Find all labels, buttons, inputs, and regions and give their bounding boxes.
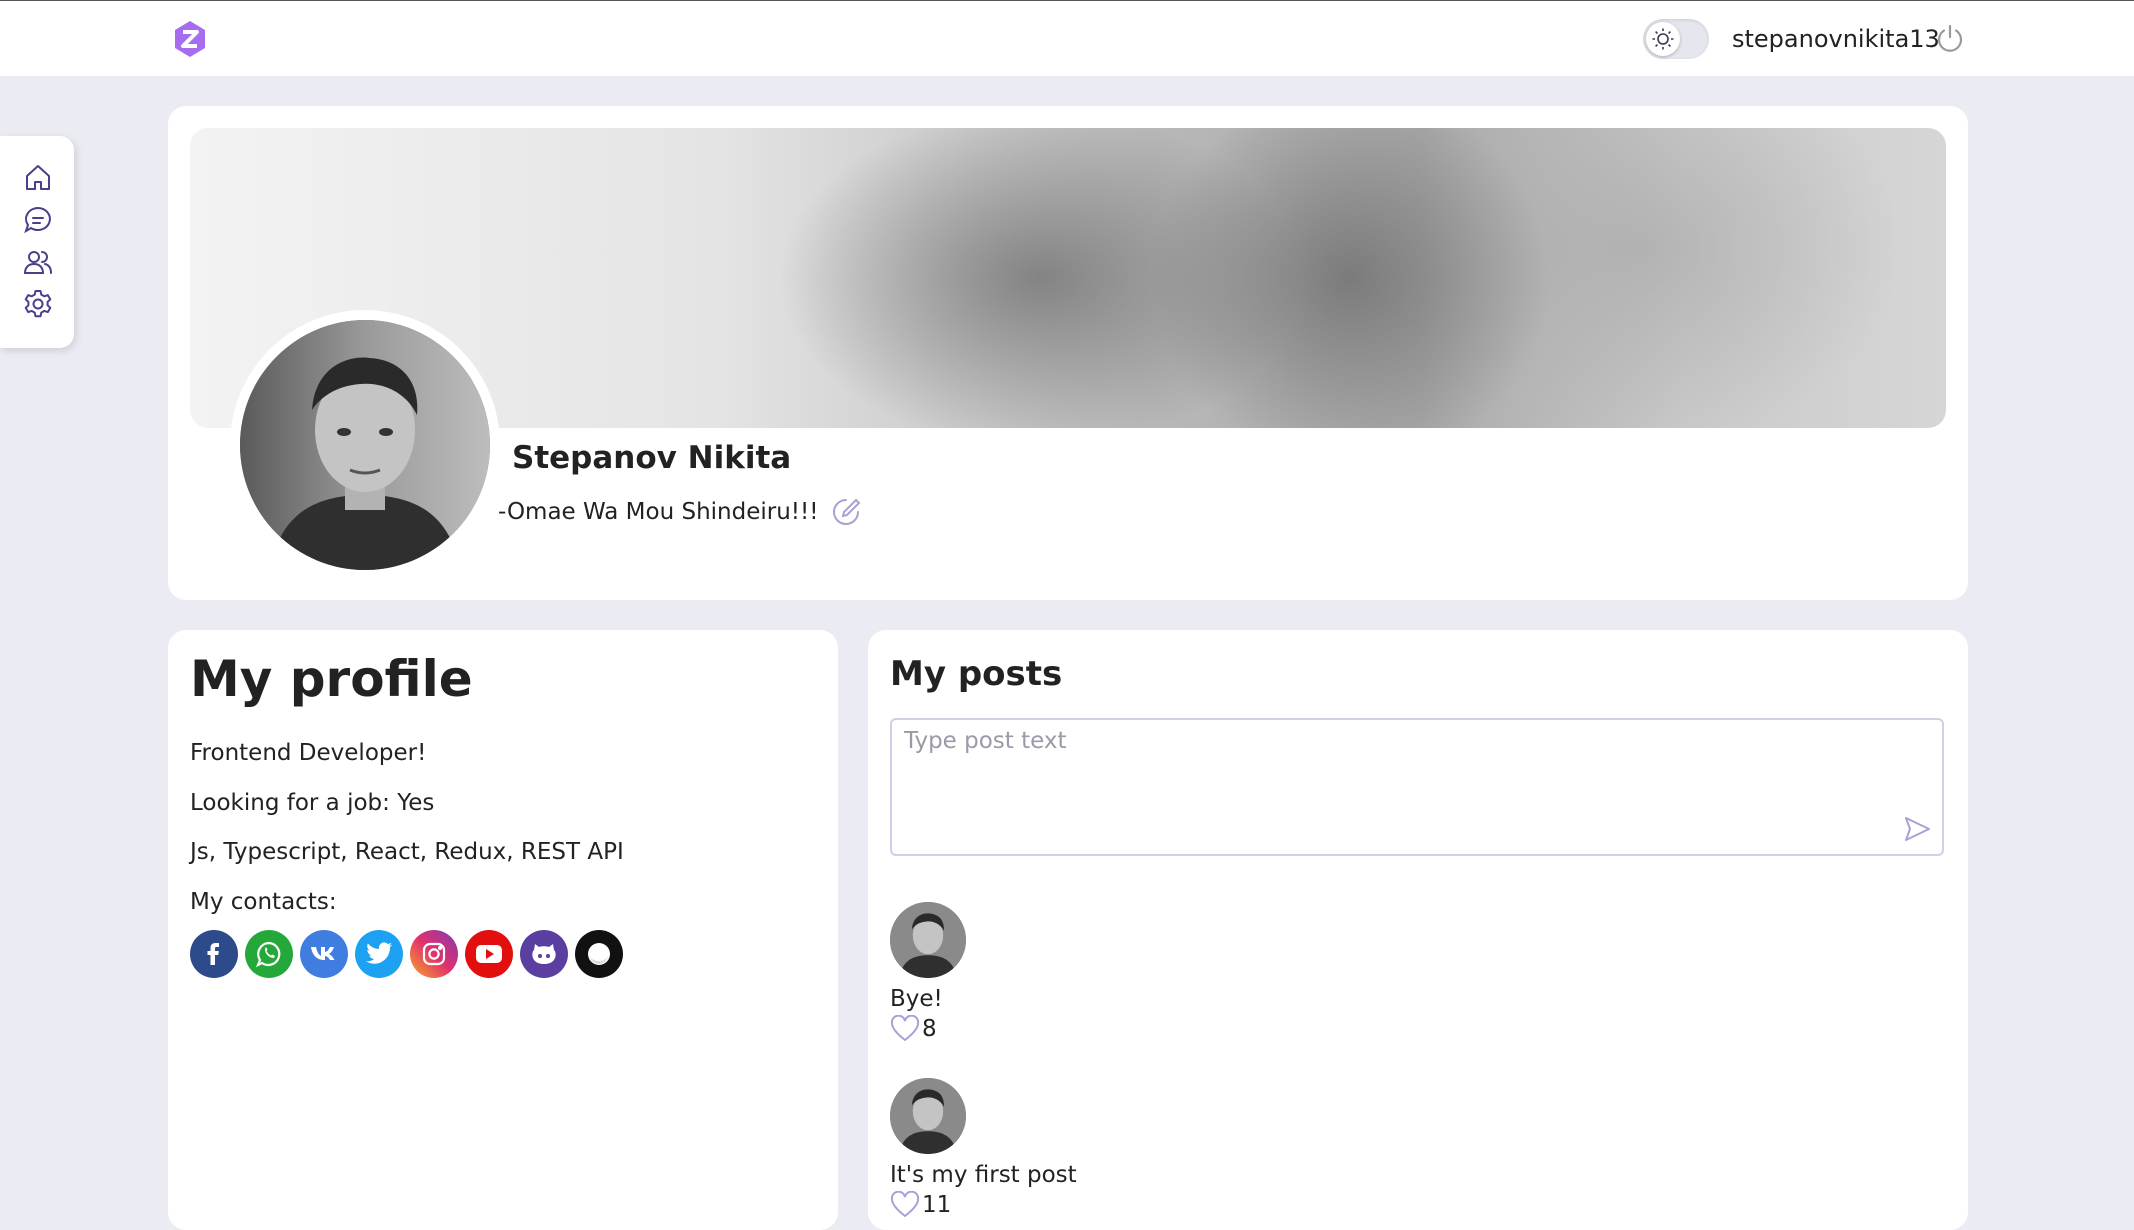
theme-toggle[interactable] bbox=[1643, 19, 1709, 59]
post-avatar bbox=[890, 1078, 966, 1154]
username[interactable]: stepanovnikita13 bbox=[1732, 23, 1940, 55]
avatar[interactable] bbox=[240, 320, 490, 570]
whatsapp-icon[interactable] bbox=[245, 930, 293, 978]
post-likes: 8 bbox=[890, 1014, 1290, 1044]
logo-icon[interactable] bbox=[172, 19, 208, 59]
post-item: Bye! 8 bbox=[890, 902, 1290, 1044]
job-status: Looking for a job: Yes bbox=[190, 790, 435, 816]
post-likes: 11 bbox=[890, 1190, 1290, 1220]
chat-icon[interactable] bbox=[22, 204, 54, 236]
about-me: Frontend Developer! bbox=[190, 740, 427, 766]
home-icon[interactable] bbox=[22, 162, 54, 194]
profile-name: Stepanov Nikita bbox=[512, 440, 792, 476]
sidebar-nav bbox=[0, 136, 74, 348]
contacts-label: My contacts: bbox=[190, 889, 337, 915]
post-text-input[interactable] bbox=[890, 718, 1944, 856]
post-text: It's my first post bbox=[890, 1162, 1077, 1188]
twitter-icon[interactable] bbox=[355, 930, 403, 978]
facebook-icon[interactable] bbox=[190, 930, 238, 978]
avatar-frame bbox=[230, 310, 500, 580]
like-count: 11 bbox=[922, 1192, 952, 1218]
users-icon[interactable] bbox=[22, 246, 54, 278]
send-icon[interactable] bbox=[1902, 814, 1932, 844]
skills: Js, Typescript, React, Redux, REST API bbox=[190, 839, 624, 865]
instagram-icon[interactable] bbox=[410, 930, 458, 978]
status-row: -Omae Wa Mou Shindeiru!!! bbox=[498, 494, 862, 530]
my-profile-card: My profile Frontend Developer! Looking f… bbox=[168, 630, 838, 1230]
toggle-knob bbox=[1646, 22, 1680, 56]
profile-header-card: Stepanov Nikita -Omae Wa Mou Shindeiru!!… bbox=[168, 106, 1968, 600]
like-count: 8 bbox=[922, 1016, 937, 1042]
youtube-icon[interactable] bbox=[465, 930, 513, 978]
sun-icon bbox=[1652, 28, 1674, 50]
post-text: Bye! bbox=[890, 986, 943, 1012]
my-posts-title: My posts bbox=[890, 654, 1063, 694]
top-bar: stepanovnikita13 bbox=[0, 0, 2134, 76]
website-icon[interactable] bbox=[575, 930, 623, 978]
post-avatar bbox=[890, 902, 966, 978]
vk-icon[interactable] bbox=[300, 930, 348, 978]
edit-icon[interactable] bbox=[830, 496, 862, 528]
power-icon[interactable] bbox=[1934, 23, 1966, 55]
contacts-list bbox=[190, 930, 623, 978]
status-text: -Omae Wa Mou Shindeiru!!! bbox=[498, 499, 819, 525]
gear-icon[interactable] bbox=[22, 288, 54, 320]
github-icon[interactable] bbox=[520, 930, 568, 978]
heart-icon[interactable] bbox=[890, 1191, 920, 1219]
my-profile-title: My profile bbox=[190, 650, 473, 708]
my-posts-card: My posts Bye! 8 bbox=[868, 630, 1968, 1230]
post-item: It's my first post 11 bbox=[890, 1078, 1290, 1220]
heart-icon[interactable] bbox=[890, 1015, 920, 1043]
